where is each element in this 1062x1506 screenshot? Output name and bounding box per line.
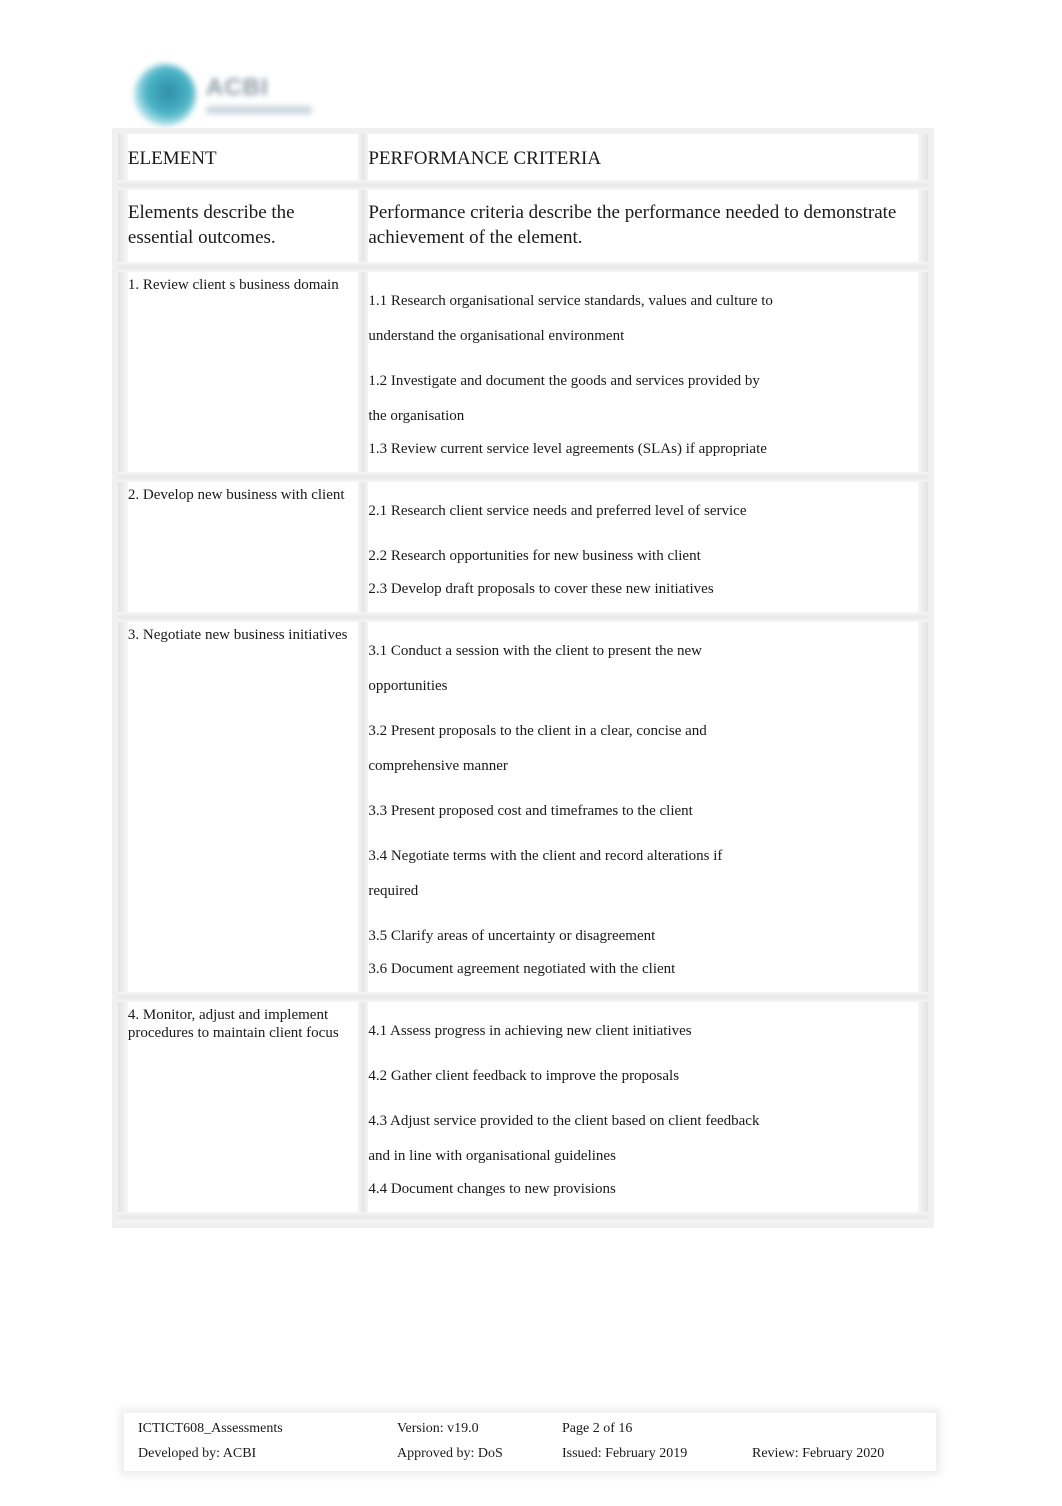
footer-version: Version: v19.0 — [397, 1421, 479, 1436]
table-row: 4. Monitor, adjust and implement procedu… — [118, 1002, 928, 1212]
organisation-logo: ACBI — [128, 58, 328, 130]
criteria-item: the organisation — [368, 408, 465, 424]
criteria-item: 3.1 Conduct a session with the client to… — [368, 643, 703, 659]
element-cell: 2. Develop new business with client — [127, 487, 345, 503]
logo-tagline — [206, 106, 312, 114]
footer-review-date: Review: February 2020 — [752, 1446, 885, 1461]
criteria-item: 3.5 Clarify areas of uncertainty or disa… — [368, 928, 656, 944]
criteria-item: comprehensive manner — [368, 758, 508, 774]
page-footer: ICTICT608_Assessments Version: v19.0 Pag… — [124, 1413, 936, 1471]
criteria-item: 2.1 Research client service needs and pr… — [368, 503, 747, 519]
element-description: Elements describe the essential outcomes… — [127, 190, 359, 262]
table-row: 2. Develop new business with client 2.1 … — [118, 482, 928, 612]
criteria-item: 4.4 Document changes to new provisions — [368, 1181, 616, 1197]
logo-wordmark: ACBI — [206, 74, 269, 101]
element-cell: 4. Monitor, adjust and implement procedu… — [127, 1007, 339, 1041]
criteria-item: 3.6 Document agreement negotiated with t… — [368, 961, 676, 977]
criteria-item: understand the organisational environmen… — [368, 328, 625, 344]
criteria-item: 1.2 Investigate and document the goods a… — [368, 373, 760, 389]
criteria-item: 3.2 Present proposals to the client in a… — [368, 723, 707, 739]
criteria-item: and in line with organisational guidelin… — [368, 1148, 616, 1164]
criteria-item: 1.3 Review current service level agreeme… — [368, 441, 767, 457]
table-header-row: ELEMENT PERFORMANCE CRITERIA — [118, 134, 928, 180]
criteria-item: 1.1 Research organisational service stan… — [368, 293, 773, 309]
criteria-item: required — [368, 883, 419, 899]
footer-doc-code: ICTICT608_Assessments — [138, 1421, 283, 1436]
table-description-row: Elements describe the essential outcomes… — [118, 190, 928, 262]
header-performance-criteria: PERFORMANCE CRITERIA — [368, 134, 919, 180]
logo-emblem-icon — [134, 64, 196, 126]
table-row: 3. Negotiate new business initiatives 3.… — [118, 622, 928, 992]
criteria-item: 4.3 Adjust service provided to the clien… — [368, 1113, 760, 1129]
criteria-item: 4.2 Gather client feedback to improve th… — [368, 1068, 680, 1084]
criteria-list: 4.1 Assess progress in achieving new cli… — [368, 1002, 918, 1212]
table-row: 1. Review client s business domain 1.1 R… — [118, 272, 928, 472]
element-cell: 1. Review client s business domain — [127, 277, 339, 293]
criteria-description: Performance criteria describe the perfor… — [368, 190, 919, 262]
criteria-item: 3.3 Present proposed cost and timeframes… — [368, 803, 693, 819]
element-cell: 3. Negotiate new business initiatives — [127, 627, 348, 643]
footer-page-number: Page 2 of 16 — [562, 1421, 633, 1436]
criteria-item: 3.4 Negotiate terms with the client and … — [368, 848, 723, 864]
element-criteria-table: ELEMENT PERFORMANCE CRITERIA Elements de… — [118, 134, 928, 1222]
footer-approved-by: Approved by: DoS — [397, 1446, 503, 1461]
criteria-list: 1.1 Research organisational service stan… — [368, 272, 918, 472]
criteria-item: 2.2 Research opportunities for new busin… — [368, 548, 701, 564]
criteria-list: 2.1 Research client service needs and pr… — [368, 482, 918, 612]
footer-developed-by: Developed by: ACBI — [138, 1446, 257, 1461]
criteria-item: opportunities — [368, 678, 448, 694]
criteria-item: 2.3 Develop draft proposals to cover the… — [368, 581, 714, 597]
criteria-item: 4.1 Assess progress in achieving new cli… — [368, 1023, 692, 1039]
footer-issued-date: Issued: February 2019 — [562, 1446, 688, 1461]
header-element: ELEMENT — [127, 134, 359, 180]
criteria-list: 3.1 Conduct a session with the client to… — [368, 622, 918, 992]
